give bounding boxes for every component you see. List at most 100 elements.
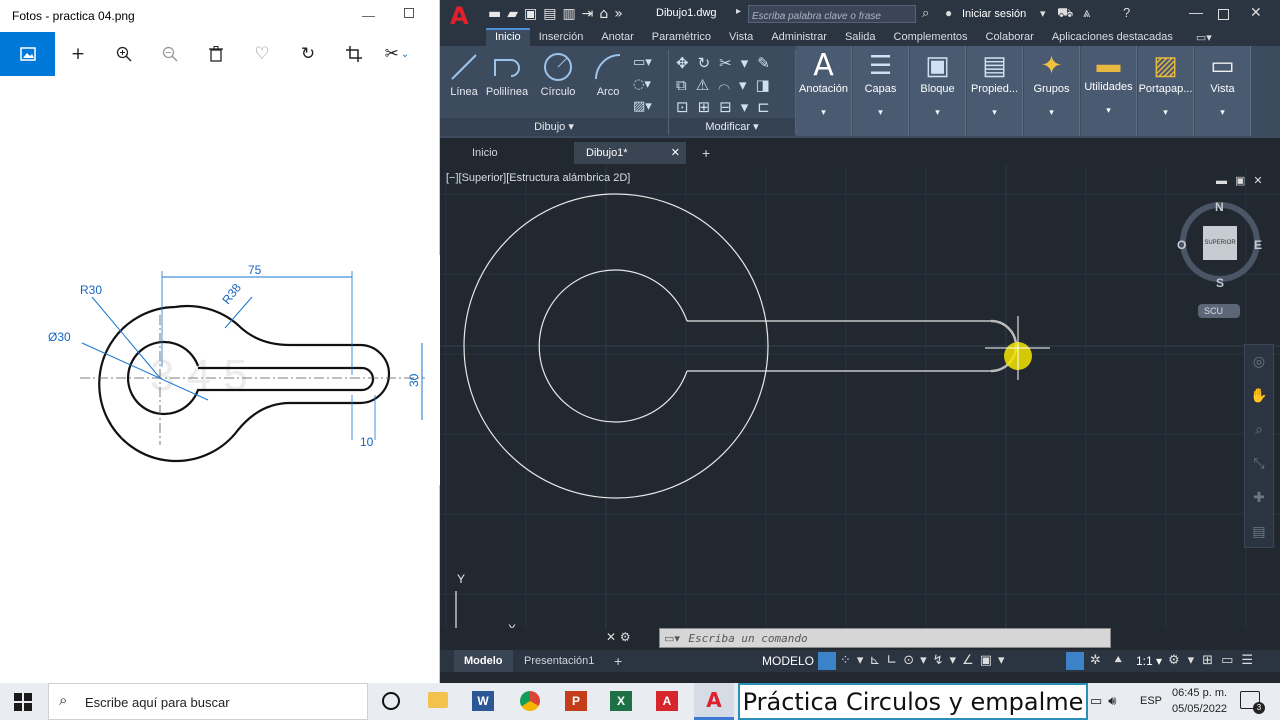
search-input[interactable]: Escriba palabra clave o frase <box>748 5 916 23</box>
search-icon[interactable]: ⌕ <box>922 5 929 21</box>
add-icon[interactable]: + <box>55 32 101 76</box>
maximize-icon[interactable] <box>404 8 414 18</box>
circulo-button[interactable]: Círculo <box>536 52 580 98</box>
grupos-button[interactable]: ✦ Grupos ▾ <box>1024 46 1080 136</box>
tab-insercion[interactable]: Inserción <box>530 28 593 46</box>
draw-small-tools[interactable]: ▭▾ ◌▾ ▨▾ <box>633 52 652 118</box>
quick-access-icons[interactable]: ▬▰▣▤▥⇥⌂» <box>488 6 629 22</box>
compass-east[interactable]: E <box>1254 238 1262 252</box>
windows-taskbar: ⌕ Escribe aquí para buscar W P X A A ▭🔊︎… <box>0 683 1280 720</box>
rotate-icon[interactable]: ↻ <box>285 32 331 76</box>
annotation-tools[interactable]: ✲ ⯅ <box>1090 650 1127 672</box>
ucs-x-label: X <box>508 622 516 628</box>
arco-button[interactable]: Arco <box>590 52 626 98</box>
close-icon[interactable]: ✕ <box>1250 4 1262 21</box>
polilinea-button[interactable]: Polilínea <box>484 52 530 98</box>
portapapeles-button[interactable]: ▨ Portapap... ▾ <box>1138 46 1194 136</box>
excel-icon[interactable]: X <box>610 691 632 711</box>
command-input[interactable]: ▭▾ Escriba un comando <box>659 628 1111 648</box>
compass-west[interactable]: O <box>1177 238 1186 252</box>
viewport-label[interactable]: [−][Superior][Estructura alámbrica 2D] <box>446 172 630 184</box>
grid-toggle-icon[interactable] <box>818 652 836 670</box>
panel-modificar[interactable]: Modificar ▾ <box>669 118 795 136</box>
file-explorer-icon[interactable] <box>428 692 448 708</box>
viewport-controls[interactable]: ▬▣✕ <box>1216 174 1271 187</box>
status-right-tools[interactable]: ⚙▾⊞▭☰ <box>1168 650 1261 672</box>
user-icon[interactable]: ● <box>945 6 952 20</box>
tab-dibujo1[interactable]: Dibujo1* ✕ <box>574 142 686 164</box>
notifications-icon[interactable]: 3 <box>1240 691 1265 714</box>
minimize-icon[interactable]: — <box>1189 4 1203 20</box>
autocad-logo-icon[interactable]: A <box>450 4 469 28</box>
powerpoint-icon[interactable]: P <box>565 691 587 711</box>
status-toggles[interactable]: ⁘▾⊾∟⊙▾↯▾∠▣▾ <box>840 650 1011 672</box>
delete-icon[interactable] <box>193 32 239 76</box>
tab-model[interactable]: Modelo <box>454 650 513 672</box>
maximize-icon[interactable] <box>1218 9 1229 20</box>
command-tools[interactable]: ✕ ⚙ <box>606 630 631 644</box>
zoom-out-icon[interactable] <box>147 32 193 76</box>
enhance-icon[interactable] <box>0 32 55 76</box>
tab-aplicaciones[interactable]: Aplicaciones destacadas <box>1043 28 1182 46</box>
linea-button[interactable]: Línea <box>446 52 482 98</box>
tab-complementos[interactable]: Complementos <box>885 28 977 46</box>
tab-layout1[interactable]: Presentación1 <box>516 650 602 672</box>
sign-in-link[interactable]: Iniciar sesión <box>962 8 1026 20</box>
compass-north[interactable]: N <box>1215 200 1224 214</box>
acrobat-icon[interactable]: A <box>656 691 678 711</box>
autocad-taskbar-icon[interactable]: A <box>694 683 734 720</box>
tab-vista[interactable]: Vista <box>720 28 762 46</box>
compass-south[interactable]: S <box>1216 276 1224 290</box>
tab-parametrico[interactable]: Paramétrico <box>643 28 720 46</box>
start-icon[interactable] <box>14 693 32 711</box>
word-icon[interactable]: W <box>472 691 494 711</box>
zoom-in-icon[interactable] <box>101 32 147 76</box>
cart-icon[interactable]: ⛟ <box>1057 5 1073 23</box>
dropdown-icon[interactable]: ▾ <box>1040 7 1046 20</box>
tab-home[interactable]: Inicio <box>460 142 570 164</box>
dim-10-label: 10 <box>360 435 374 449</box>
vista-button[interactable]: ▭ Vista ▾ <box>1195 46 1251 136</box>
help-icon[interactable]: ? <box>1123 5 1130 20</box>
system-tray-icons[interactable]: ▭🔊︎ <box>1090 693 1122 709</box>
annotation-visibility-icon[interactable] <box>1066 652 1084 670</box>
bloque-button[interactable]: ▣ Bloque ▾ <box>910 46 966 136</box>
minimize-icon[interactable]: — <box>362 8 375 23</box>
expand-icon[interactable]: ▸ <box>736 6 741 17</box>
ucs-y-label: Y <box>457 572 466 586</box>
clock-time[interactable]: 06:45 p. m. <box>1172 687 1227 699</box>
close-tab-icon[interactable]: ✕ <box>671 142 680 164</box>
favorite-icon[interactable]: ♡ <box>239 32 285 76</box>
anotacion-button[interactable]: A Anotación ▾ <box>796 46 852 136</box>
model-space-toggle[interactable]: MODELO <box>762 650 814 672</box>
crop-icon[interactable] <box>331 32 377 76</box>
file-name: Dibujo1.dwg <box>656 7 717 19</box>
input-language[interactable]: ESP <box>1140 695 1162 707</box>
clock-date[interactable]: 05/05/2022 <box>1172 703 1227 715</box>
drawing-viewport[interactable]: [−][Superior][Estructura alámbrica 2D] ▬… <box>440 166 1280 628</box>
tab-anotar[interactable]: Anotar <box>592 28 642 46</box>
navigation-bar[interactable]: ◎ ✋ ⌕ ⤡ ✚ ▤ <box>1244 344 1274 548</box>
ribbon: Línea Polilínea Círculo Arco ▭▾ ◌▾ ▨▾ Dibu… <box>440 46 1280 138</box>
task-view-icon[interactable] <box>382 692 400 710</box>
chrome-icon[interactable] <box>520 691 540 711</box>
tab-inicio[interactable]: Inicio <box>486 28 530 46</box>
taskbar-search[interactable]: ⌕ Escribe aquí para buscar <box>48 683 368 720</box>
ribbon-toggle-icon[interactable]: ▭▾ <box>1196 31 1212 44</box>
ucs-menu[interactable]: SCU <box>1198 304 1240 318</box>
modify-tools[interactable]: ✥↻✂▾✎ ⧉⚠⌒▾◨ ⊡⊞⊟▾⊏ <box>676 52 779 118</box>
tab-administrar[interactable]: Administrar <box>762 28 836 46</box>
panel-dibujo[interactable]: Dibujo ▾ <box>440 118 668 136</box>
annotation-scale[interactable]: 1:1 ▾ <box>1136 650 1162 672</box>
photos-toolbar: + ♡ ↻ ✂ ⌄ <box>0 32 439 76</box>
tab-salida[interactable]: Salida <box>836 28 885 46</box>
add-layout-icon[interactable]: + <box>614 650 622 672</box>
tab-colaborar[interactable]: Colaborar <box>977 28 1043 46</box>
propiedades-button[interactable]: ▤ Propied... ▾ <box>967 46 1023 136</box>
edit-icon[interactable]: ✂ ⌄ <box>377 32 417 76</box>
utilidades-button[interactable]: ▬ Utilidades ▾ <box>1081 46 1137 136</box>
viewcube-face[interactable]: SUPERIOR <box>1203 226 1237 260</box>
capas-button[interactable]: ☰ Capas ▾ <box>853 46 909 136</box>
autodesk-a360-icon[interactable]: ⩓ <box>1083 5 1090 21</box>
new-tab-icon[interactable]: + <box>690 142 722 164</box>
